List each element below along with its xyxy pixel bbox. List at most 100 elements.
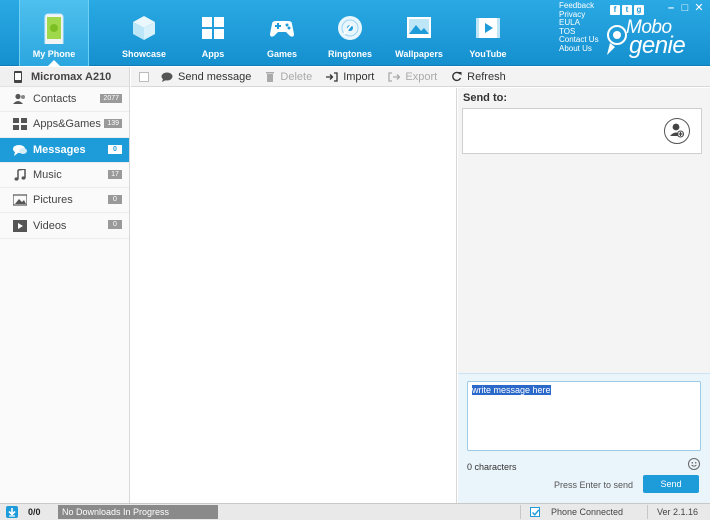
refresh-icon (452, 71, 462, 82)
download-icon[interactable] (6, 506, 18, 518)
refresh-label: Refresh (467, 70, 506, 83)
phone-icon (14, 70, 22, 83)
sidebar-item-videos[interactable]: Videos 0 (0, 213, 129, 239)
chat-bubble-icon (161, 72, 173, 82)
sidebar-item-label: Pictures (33, 194, 73, 207)
app-version: Ver 2.1.16 (657, 507, 699, 517)
delete-button[interactable]: Delete (265, 71, 312, 83)
delete-label: Delete (280, 70, 313, 83)
nav-wallpapers[interactable]: Wallpapers (384, 0, 454, 66)
import-button[interactable]: Import (326, 71, 374, 83)
message-toolbar: Send message Delete Import Export Refres… (131, 67, 710, 87)
count-badge: 2077 (100, 94, 122, 103)
cube-icon (133, 16, 155, 40)
apps-grid-icon (202, 17, 224, 39)
music-icon (14, 169, 26, 181)
top-navigation-bar: My Phone Showcase Apps Games Ringtones W… (0, 0, 710, 66)
nav-label: My Phone (32, 49, 76, 59)
send-message-button[interactable]: Send message (161, 71, 251, 83)
nav-label: Games (266, 49, 298, 59)
send-button[interactable]: Send (643, 475, 699, 493)
nav-label: Wallpapers (395, 49, 443, 59)
recipient-field[interactable] (462, 108, 702, 154)
link-about-us[interactable]: About Us (559, 44, 599, 54)
device-name-row[interactable]: Micromax A210 (0, 67, 129, 87)
add-contact-button[interactable] (664, 118, 690, 144)
social-links: ftg (610, 3, 646, 15)
nav-apps[interactable]: Apps (178, 0, 248, 66)
sidebar-item-label: Messages (33, 143, 86, 156)
character-count: 0 characters (467, 462, 517, 472)
minimize-icon[interactable]: – (664, 2, 678, 14)
sidebar-item-apps-games[interactable]: Apps&Games 139 (0, 112, 129, 138)
messages-icon (13, 144, 27, 156)
add-contact-icon (670, 123, 684, 138)
twitter-icon[interactable]: t (622, 5, 632, 15)
message-placeholder: write message here (472, 385, 551, 395)
sidebar-item-contacts[interactable]: Contacts 2077 (0, 87, 129, 113)
nav-label: Showcase (121, 49, 167, 59)
pictures-icon (13, 194, 27, 206)
sidebar-item-pictures[interactable]: Pictures 0 (0, 188, 129, 214)
export-icon (388, 71, 401, 82)
import-label: Import (343, 70, 375, 83)
logo-text-genie: genie (629, 32, 686, 59)
compose-panel: Send to: write message here 0 characters… (458, 88, 710, 503)
nav-youtube[interactable]: YouTube (453, 0, 523, 66)
download-progress-bar[interactable]: No Downloads In Progress (58, 505, 218, 519)
nav-ringtones[interactable]: Ringtones (315, 0, 385, 66)
status-divider (647, 505, 648, 519)
nav-label: YouTube (469, 49, 507, 59)
refresh-button[interactable]: Refresh (451, 71, 506, 83)
count-badge: 0 (108, 144, 122, 154)
videos-icon (13, 219, 27, 232)
sidebar-item-label: Apps&Games (33, 118, 101, 131)
send-message-label: Send message (178, 70, 252, 83)
download-count: 0/0 (28, 507, 41, 517)
google-plus-icon[interactable]: g (634, 5, 644, 15)
sidebar-item-label: Videos (33, 219, 67, 232)
nav-label: Apps (201, 49, 225, 59)
import-icon (326, 71, 338, 82)
nav-showcase[interactable]: Showcase (109, 0, 179, 66)
status-bar: 0/0 No Downloads In Progress Phone Conne… (0, 503, 710, 520)
nav-my-phone[interactable]: My Phone (19, 0, 89, 66)
android-phone-icon (44, 13, 64, 44)
send-hint: Press Enter to send (554, 480, 634, 490)
sidebar-item-label: Contacts (33, 93, 77, 106)
nav-games[interactable]: Games (247, 0, 317, 66)
export-button[interactable]: Export (388, 71, 437, 83)
count-badge: 0 (108, 195, 122, 205)
message-input[interactable]: write message here (467, 381, 701, 451)
status-divider (520, 505, 521, 519)
close-icon[interactable]: ✕ (692, 1, 706, 14)
message-list-panel[interactable] (131, 88, 457, 503)
nav-label: Ringtones (328, 49, 372, 59)
send-to-label: Send to: (463, 92, 507, 104)
contacts-icon (13, 94, 25, 105)
connection-checkbox (530, 507, 540, 517)
top-links: Feedback Privacy EULA TOS Contact Us Abo… (559, 1, 599, 54)
sidebar-item-music[interactable]: Music 17 (0, 163, 129, 189)
select-all-checkbox[interactable] (139, 71, 149, 82)
count-badge: 0 (108, 220, 122, 230)
trash-icon (266, 72, 275, 82)
device-name: Micromax A210 (31, 70, 112, 83)
emoji-icon[interactable] (688, 458, 700, 470)
window-controls: – □ ✕ (664, 1, 706, 14)
message-compose-area: write message here 0 characters Press En… (458, 373, 710, 503)
connection-status: Phone Connected (551, 507, 624, 517)
disc-icon (338, 16, 362, 40)
count-badge: 17 (108, 169, 122, 179)
count-badge: 139 (104, 119, 122, 129)
mobogenie-logo: Mobo genie (604, 17, 694, 61)
apps-icon (13, 118, 27, 131)
maximize-icon[interactable]: □ (678, 2, 692, 14)
facebook-icon[interactable]: f (610, 5, 620, 15)
export-label: Export (405, 70, 438, 83)
picture-icon (407, 17, 431, 38)
sidebar-item-messages[interactable]: Messages 0 (0, 137, 129, 163)
sidebar-item-label: Music (33, 169, 62, 182)
video-icon (476, 18, 500, 38)
gamepad-icon (270, 21, 294, 37)
